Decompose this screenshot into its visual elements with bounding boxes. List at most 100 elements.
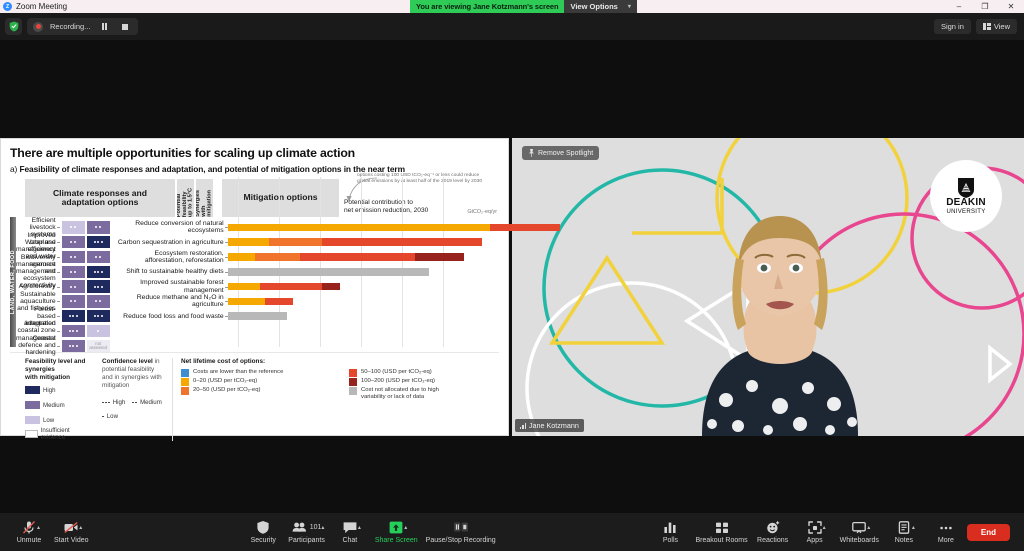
sharing-status-text: You are viewing Jane Kotzmann's screen xyxy=(410,0,565,13)
feasibility-cell xyxy=(61,280,85,293)
legend-swatch xyxy=(349,378,357,386)
bar-segment xyxy=(227,238,269,246)
toolbar-button-label: Unmute xyxy=(16,537,42,544)
shield-icon[interactable] xyxy=(5,18,22,35)
toolbar-button-whiteboards[interactable]: ▴ Whiteboards xyxy=(836,520,883,544)
chevron-up-icon[interactable]: ▴ xyxy=(912,524,915,531)
toolbar-button-share-screen[interactable]: ▴ Share Screen xyxy=(371,520,422,544)
toolbar-button-label: Breakout Rooms xyxy=(695,537,748,544)
toolbar-button-reactions[interactable]: Reactions xyxy=(752,520,794,544)
legend-cost-item: Costs are lower than the reference xyxy=(181,369,341,377)
participant-name-badge: Jane Kotzmann xyxy=(515,419,584,432)
legend-feasibility-item: Low xyxy=(25,416,54,424)
mitigation-row: Improved sustainable forest management xyxy=(110,279,560,294)
adaptation-option-label: Agroforestry xyxy=(16,283,60,290)
insufficient-label: Insufficient evidence xyxy=(40,427,70,441)
confidence-dots-icon xyxy=(132,401,138,404)
slide-title: There are multiple opportunities for sca… xyxy=(10,146,355,160)
mitigation-row: Reduce conversion of natural ecosystems xyxy=(110,220,560,235)
view-label: View xyxy=(993,22,1010,31)
mitigation-option-label: Improved sustainable forest management xyxy=(110,279,228,294)
toolbar-button-more[interactable]: More xyxy=(925,520,967,544)
bar-chart-icon xyxy=(664,522,677,533)
camera-off-icon xyxy=(64,522,78,533)
shared-screen-slide[interactable]: There are multiple opportunities for sca… xyxy=(0,138,560,441)
toolbar-button-start-video[interactable]: ▴ Start Video xyxy=(50,520,93,544)
deakin-shield-icon xyxy=(958,177,974,198)
toolbar-button-pause-stop-recording[interactable]: Pause/Stop Recording xyxy=(422,520,500,544)
stop-recording-button[interactable] xyxy=(118,20,132,33)
mitigation-option-label: Carbon sequestration in agriculture xyxy=(110,239,228,246)
mitigation-bar xyxy=(227,238,482,246)
window-title: Zoom Meeting xyxy=(16,2,68,11)
maximize-button[interactable]: ❐ xyxy=(972,0,998,13)
toolbar-button-unmute[interactable]: ▴ Unmute xyxy=(8,520,50,544)
chevron-up-icon[interactable]: ▴ xyxy=(321,524,324,531)
mitigation-bar xyxy=(227,253,464,261)
feasibility-cell xyxy=(61,265,85,279)
legend-label: 50–100 (USD per tCO₂-eq) xyxy=(361,369,432,375)
minimize-button[interactable]: – xyxy=(946,0,972,13)
toolbar-button-breakout-rooms[interactable]: Breakout Rooms xyxy=(691,520,751,544)
end-meeting-button[interactable]: End xyxy=(966,523,1010,541)
bar-segment xyxy=(490,223,560,232)
participant-video-tile[interactable]: Remove Spotlight DEAKIN UNIVERSITY Jane … xyxy=(512,138,1024,436)
legend-cost-item: 20–50 (USD per tCO₂-eq) xyxy=(181,387,341,401)
bar-segment xyxy=(260,282,322,291)
header-synergies: Synergies with mitigation xyxy=(196,179,213,217)
view-button[interactable]: View xyxy=(975,19,1017,34)
toolbar-button-polls[interactable]: Polls xyxy=(649,520,691,544)
mitigation-option-label: Reduce methane and N₂O in agriculture xyxy=(110,294,228,308)
confidence-dots-icon xyxy=(102,401,110,404)
toolbar-button-label: Start Video xyxy=(54,537,89,544)
header-potential-feasibility: Potential feasibility up to 1.5°C xyxy=(177,179,194,217)
feasibility-cell xyxy=(61,250,85,264)
people-icon xyxy=(292,522,306,532)
legend-feasibility-title: Feasibility level and synergies with miti… xyxy=(25,358,86,381)
toolbar-button-participants[interactable]: 101 ▴ Participants xyxy=(284,520,329,544)
header-adaptation-options: Climate responses and adaptation options xyxy=(25,179,175,217)
chevron-up-icon[interactable]: ▴ xyxy=(79,524,82,531)
mitigation-row: Reduce methane and N₂O in agriculture xyxy=(110,294,560,309)
top-right-actions: Sign in View xyxy=(933,19,1024,34)
header-annotation: options costing 100 USD tCO₂-eq⁻¹ or les… xyxy=(339,173,499,217)
toolbar-button-security[interactable]: Security xyxy=(242,520,284,544)
chevron-up-icon[interactable]: ▴ xyxy=(867,524,870,531)
remove-spotlight-label: Remove Spotlight xyxy=(538,149,594,157)
recording-status-label: Recording... xyxy=(50,22,91,31)
legend-confidence-item: Low xyxy=(102,413,118,420)
remove-spotlight-button[interactable]: Remove Spotlight xyxy=(522,146,600,160)
adaptation-rows: Efficient livestock systems Improved crop… xyxy=(16,217,110,356)
legend-label: 0–20 (USD per tCO₂-eq) xyxy=(193,378,258,384)
share-screen-icon xyxy=(389,521,403,534)
legend-cost-title: Net lifetime cost of options: xyxy=(181,358,266,365)
pause-stop-icon xyxy=(453,522,468,532)
feasibility-cell xyxy=(61,339,85,353)
deakin-logo-name: DEAKIN xyxy=(946,196,986,208)
stop-icon xyxy=(122,23,129,30)
deakin-logo-subtitle: UNIVERSITY xyxy=(946,208,986,215)
meeting-stage: There are multiple opportunities for sca… xyxy=(0,40,1024,513)
chevron-up-icon[interactable]: ▴ xyxy=(823,524,826,531)
feasibility-cell: not assessed xyxy=(86,339,110,353)
chevron-up-icon[interactable]: ▴ xyxy=(358,524,361,531)
chevron-up-icon[interactable]: ▴ xyxy=(404,524,407,531)
sign-in-button[interactable]: Sign in xyxy=(933,19,971,34)
toolbar-button-label: Chat xyxy=(342,537,358,544)
toolbar-button-chat[interactable]: ▴ Chat xyxy=(329,520,371,544)
pause-recording-button[interactable] xyxy=(97,20,111,33)
chevron-up-icon[interactable]: ▴ xyxy=(37,524,40,531)
screen-share-banner: You are viewing Jane Kotzmann's screen V… xyxy=(410,0,637,13)
toolbar-button-notes[interactable]: ▴ Notes xyxy=(883,520,925,544)
bar-segment xyxy=(321,238,482,246)
notes-icon xyxy=(898,521,910,534)
header-mitigation-options: Mitigation options xyxy=(222,179,339,217)
legend-swatch xyxy=(181,387,189,395)
legend-cost-items: Costs are lower than the reference 50–100… xyxy=(181,369,499,401)
bar-segment xyxy=(414,253,464,261)
close-button[interactable]: ✕ xyxy=(998,0,1024,13)
chevron-down-icon: ▾ xyxy=(627,4,631,10)
legend-feasibility: Feasibility level and synergies with miti… xyxy=(25,358,86,441)
view-options-button[interactable]: View Options ▾ xyxy=(564,0,637,13)
toolbar-button-apps[interactable]: ▴ Apps xyxy=(794,520,836,544)
